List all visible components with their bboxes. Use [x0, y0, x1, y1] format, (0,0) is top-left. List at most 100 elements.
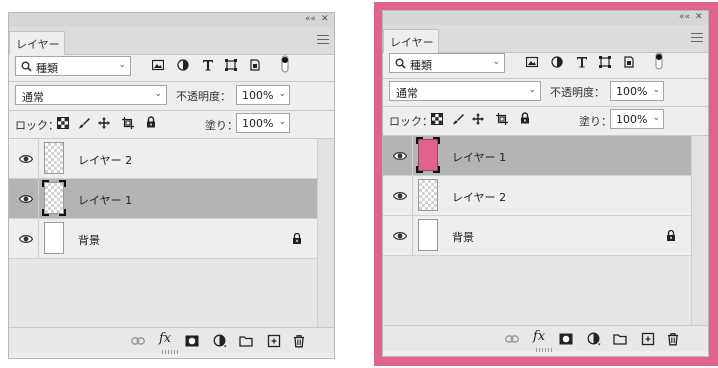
divider	[38, 219, 39, 258]
panel-bottom-bar: fx	[383, 325, 708, 352]
lock-artboard-icon[interactable]	[122, 117, 134, 129]
lock-transparency-icon[interactable]	[431, 113, 443, 125]
mask-icon[interactable]	[559, 332, 573, 346]
close-icon[interactable]: ✕	[695, 12, 703, 22]
shape-filter-icon[interactable]	[599, 56, 611, 68]
trash-icon[interactable]	[292, 334, 306, 348]
opacity-value: 100%	[242, 89, 274, 102]
blend-mode-select[interactable]: 通常 ⌄	[389, 81, 541, 101]
lock-all-icon[interactable]	[519, 112, 531, 124]
eye-icon[interactable]	[19, 234, 33, 244]
opacity-label: 不透明度：	[176, 90, 231, 103]
layer-thumbnail	[44, 142, 64, 174]
filter-kind-value: 種類	[36, 62, 58, 75]
close-icon[interactable]: ✕	[321, 14, 329, 24]
smart-object-filter-icon[interactable]	[623, 56, 635, 68]
adjustment-filter-icon[interactable]	[177, 59, 189, 71]
divider	[412, 176, 413, 215]
layer-name[interactable]: 背景	[78, 232, 100, 248]
eye-icon[interactable]	[19, 194, 33, 204]
layer-row[interactable]: 背景	[383, 216, 691, 256]
smart-object-filter-icon[interactable]	[249, 59, 261, 71]
panel-menu-icon[interactable]	[691, 33, 703, 42]
lock-position-icon[interactable]	[98, 117, 110, 129]
layer-row[interactable]: レイヤー 2	[383, 176, 691, 216]
chevron-down-icon: ⌄	[278, 117, 286, 127]
lock-position-icon[interactable]	[472, 113, 484, 125]
blend-mode-select[interactable]: 通常 ⌄	[15, 85, 167, 105]
panel-bottom-bar: fx	[9, 327, 334, 354]
image-filter-icon[interactable]	[152, 59, 164, 71]
lock-transparency-icon[interactable]	[57, 117, 69, 129]
eye-icon[interactable]	[393, 151, 407, 161]
chevron-down-icon: ⌄	[118, 60, 126, 70]
selection-bracket	[42, 180, 66, 216]
lock-pixels-icon[interactable]	[452, 113, 464, 125]
opacity-label: 不透明度：	[550, 86, 605, 99]
layer-row-selected[interactable]: レイヤー 1	[383, 136, 691, 176]
layers-scrollbar[interactable]	[317, 139, 334, 327]
filter-kind-select[interactable]: 種類 ⌄	[15, 56, 131, 76]
layer-name[interactable]: レイヤー 2	[452, 189, 506, 205]
image-filter-icon[interactable]	[526, 56, 538, 68]
opacity-value: 100%	[616, 85, 648, 98]
chevron-down-icon: ⌄	[154, 89, 162, 99]
fx-icon[interactable]: fx	[533, 329, 545, 344]
fill-input[interactable]: 100% ⌄	[610, 109, 664, 129]
layers-panel-left: «« ✕ レイヤー 種類 ⌄ 通常 ⌄ 不透明度： 100% ⌄ ロック： 塗り…	[8, 12, 335, 359]
filter-toggle-icon[interactable]	[655, 52, 663, 70]
tab-strip: レイヤー	[9, 27, 334, 55]
layer-name[interactable]: 背景	[452, 229, 474, 245]
layers-panel-right: «« ✕ レイヤー 種類 ⌄ 通常 ⌄ 不透明度： 100% ⌄ ロック： 塗り…	[382, 10, 709, 357]
tab-layers[interactable]: レイヤー	[383, 29, 439, 53]
divider	[383, 78, 708, 79]
collapse-icon[interactable]: ««	[679, 12, 690, 22]
search-icon	[21, 61, 32, 72]
new-layer-icon[interactable]	[641, 332, 655, 346]
resize-grip[interactable]	[162, 350, 180, 354]
trash-icon[interactable]	[666, 332, 680, 346]
adjustment-filter-icon[interactable]	[551, 56, 563, 68]
eye-icon[interactable]	[19, 154, 33, 164]
adjustment-layer-icon[interactable]	[587, 332, 601, 346]
type-filter-icon[interactable]	[576, 56, 588, 68]
lock-artboard-icon[interactable]	[496, 113, 508, 125]
opacity-input[interactable]: 100% ⌄	[236, 85, 290, 105]
tab-layers[interactable]: レイヤー	[9, 31, 65, 55]
fill-value: 100%	[616, 113, 648, 126]
fx-icon[interactable]: fx	[159, 331, 171, 346]
fill-value: 100%	[242, 117, 274, 130]
layer-name[interactable]: レイヤー 2	[78, 152, 132, 168]
type-filter-icon[interactable]	[202, 59, 214, 71]
link-layers-icon[interactable]	[131, 334, 145, 348]
mask-icon[interactable]	[185, 334, 199, 348]
layer-row[interactable]: 背景	[9, 219, 317, 259]
divider	[412, 136, 413, 175]
group-folder-icon[interactable]	[613, 332, 627, 346]
layer-row-selected[interactable]: レイヤー 1	[9, 179, 317, 219]
divider	[9, 81, 334, 82]
layer-name[interactable]: レイヤー 1	[452, 149, 506, 165]
filter-toggle-icon[interactable]	[281, 55, 289, 73]
chevron-down-icon: ⌄	[492, 57, 500, 67]
eye-icon[interactable]	[393, 191, 407, 201]
panel-top-bar: «« ✕	[383, 11, 708, 25]
layer-name[interactable]: レイヤー 1	[78, 192, 132, 208]
adjustment-layer-icon[interactable]	[213, 334, 227, 348]
eye-icon[interactable]	[393, 231, 407, 241]
lock-pixels-icon[interactable]	[78, 117, 90, 129]
link-layers-icon[interactable]	[505, 332, 519, 346]
filter-kind-select[interactable]: 種類 ⌄	[389, 53, 505, 73]
panel-menu-icon[interactable]	[317, 35, 329, 44]
collapse-icon[interactable]: ««	[305, 14, 316, 24]
divider	[412, 216, 413, 255]
new-layer-icon[interactable]	[267, 334, 281, 348]
opacity-input[interactable]: 100% ⌄	[610, 81, 664, 101]
layers-scrollbar[interactable]	[691, 136, 708, 325]
resize-grip[interactable]	[536, 348, 554, 352]
fill-input[interactable]: 100% ⌄	[236, 113, 290, 133]
lock-all-icon[interactable]	[145, 116, 157, 128]
group-folder-icon[interactable]	[239, 334, 253, 348]
shape-filter-icon[interactable]	[225, 59, 237, 71]
layer-row[interactable]: レイヤー 2	[9, 139, 317, 179]
